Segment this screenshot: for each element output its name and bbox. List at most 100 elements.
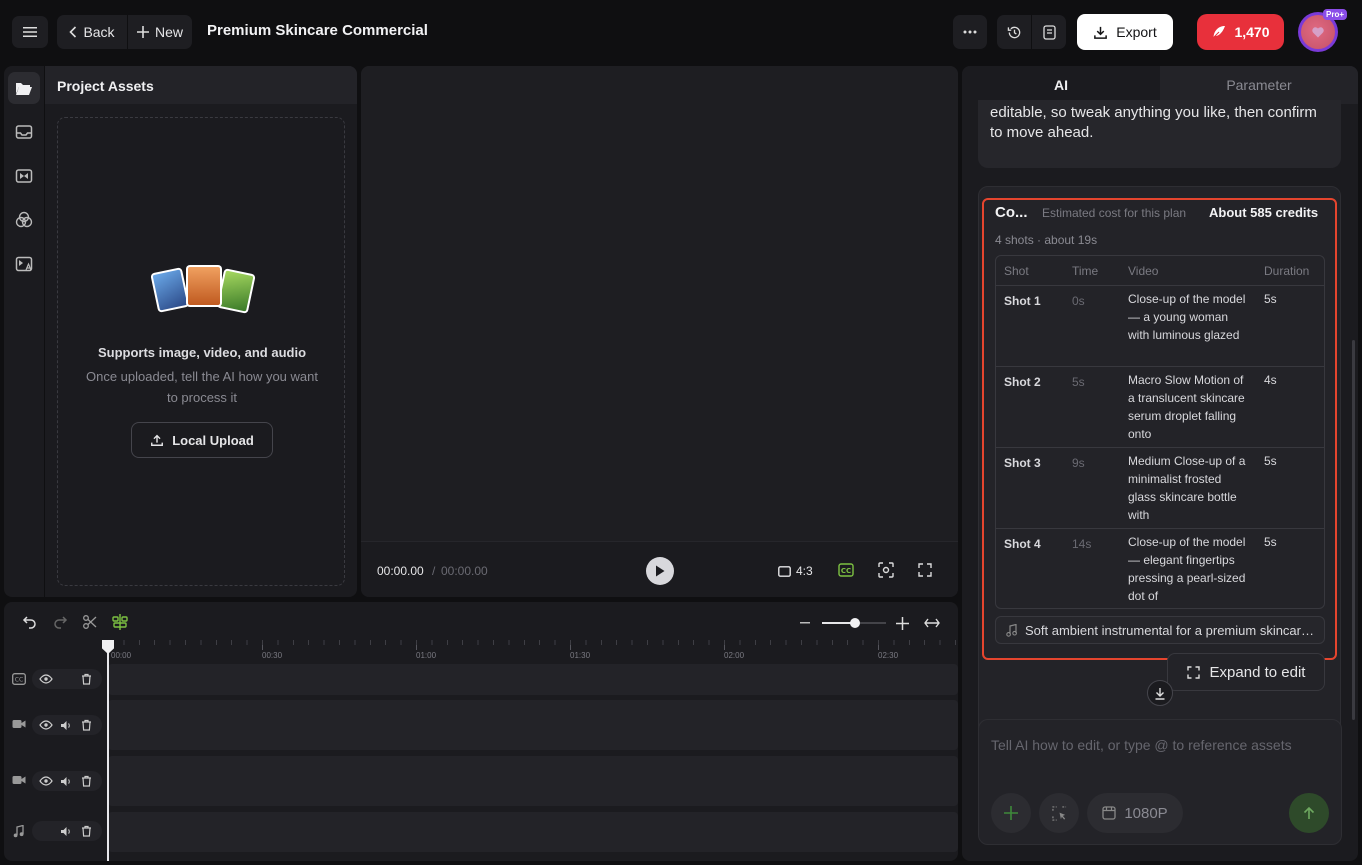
table-row[interactable]: Shot 1 0s Close-up of the model — a youn…	[996, 286, 1324, 367]
scissors-icon[interactable]	[82, 614, 98, 630]
volume-icon[interactable]	[60, 775, 72, 787]
player-controls: 00:00.00 / 00:00.00 4:3 CC	[361, 541, 958, 597]
credits-count: 1,470	[1234, 24, 1270, 40]
sidebar-item-assets[interactable]	[8, 72, 40, 104]
video-track-1[interactable]	[108, 700, 958, 750]
chat-input-box: 1080P	[978, 719, 1342, 845]
captions-toggle-icon[interactable]: CC	[838, 563, 854, 577]
expand-to-edit-button[interactable]: Expand to edit	[1167, 653, 1325, 691]
ai-message-text: your project below is ready. Everything …	[990, 100, 1317, 141]
aspect-ratio-icon	[778, 565, 791, 577]
ai-panel: AI Parameter your project below is ready…	[962, 66, 1358, 861]
captions-track[interactable]	[108, 664, 958, 695]
resolution-label: 1080P	[1124, 804, 1168, 822]
volume-icon[interactable]	[60, 719, 72, 731]
table-row[interactable]: Shot 2 5s Macro Slow Motion of a translu…	[996, 367, 1324, 448]
select-element-button[interactable]	[1039, 793, 1079, 833]
playhead-line[interactable]	[107, 642, 109, 861]
screenshot-icon[interactable]	[878, 562, 894, 578]
back-button[interactable]: Back	[57, 15, 127, 49]
fit-width-icon[interactable]	[924, 616, 940, 630]
send-button[interactable]	[1289, 793, 1329, 833]
menu-button[interactable]	[12, 16, 48, 48]
zoom-slider-handle[interactable]	[850, 618, 860, 628]
music-selection[interactable]: Soft ambient instrumental for a premium …	[995, 616, 1325, 644]
upload-drop-zone[interactable]: Supports image, video, and audio Once up…	[57, 117, 345, 586]
preview-canvas[interactable]	[361, 66, 958, 541]
trash-icon[interactable]	[80, 672, 92, 685]
audio-track[interactable]	[108, 812, 958, 852]
sidebar-item-inbox[interactable]	[8, 116, 40, 148]
timeline-ruler[interactable]: 00:00 00:30 01:00 01:30 02:00 02:30	[108, 640, 958, 662]
eye-icon[interactable]	[39, 775, 53, 787]
new-button[interactable]: New	[128, 15, 192, 49]
sidebar-item-effects[interactable]	[8, 204, 40, 236]
scroll-to-bottom-button[interactable]	[1147, 680, 1173, 706]
local-upload-button[interactable]: Local Upload	[131, 422, 273, 458]
zoom-out-icon[interactable]	[800, 616, 810, 630]
fullscreen-icon[interactable]	[918, 563, 932, 577]
project-assets-panel: Project Assets Supports image, video, an…	[45, 66, 357, 597]
history-icon	[1007, 25, 1022, 40]
trash-icon[interactable]	[80, 718, 92, 731]
video-track-2[interactable]	[108, 756, 958, 806]
pro-badge: Pro+	[1323, 9, 1348, 20]
shot-label: Shot 2	[1004, 375, 1041, 389]
sidebar-item-text[interactable]	[8, 248, 40, 280]
timeline-panel: 00:00 00:30 01:00 01:30 02:00 02:30 CC	[4, 602, 958, 861]
shot-video: Macro Slow Motion of a translucent skinc…	[1128, 373, 1245, 441]
more-horizontal-icon	[963, 30, 977, 34]
plus-icon	[136, 26, 149, 38]
music-note-icon	[1006, 623, 1017, 637]
back-label: Back	[83, 24, 115, 40]
ai-message: your project below is ready. Everything …	[978, 100, 1341, 168]
export-button[interactable]: Export	[1077, 14, 1173, 50]
table-row[interactable]: Shot 4 14s Close-up of the model — elega…	[996, 529, 1324, 608]
eye-icon[interactable]	[39, 673, 53, 685]
play-button[interactable]	[646, 557, 674, 585]
color-circles-icon	[15, 211, 33, 229]
redo-icon[interactable]	[52, 614, 68, 630]
magnet-snap-icon[interactable]	[111, 613, 129, 631]
current-time: 00:00.00	[377, 564, 424, 578]
export-label: Export	[1116, 24, 1157, 40]
volume-icon[interactable]	[60, 825, 72, 837]
text-overlay-icon	[15, 256, 33, 272]
notes-button[interactable]	[1032, 15, 1066, 49]
tab-parameter[interactable]: Parameter	[1160, 66, 1358, 104]
table-row[interactable]: Shot 3 9s Medium Close-up of a minimalis…	[996, 448, 1324, 529]
chevron-left-icon	[69, 26, 77, 38]
shot-time: 0s	[1072, 294, 1085, 308]
aspect-ratio-selector[interactable]: 4:3	[778, 564, 813, 578]
shot-duration: 5s	[1264, 454, 1277, 468]
transition-icon	[15, 168, 33, 184]
trash-icon[interactable]	[80, 774, 92, 787]
panel-tabs: AI Parameter	[962, 66, 1358, 104]
tick-label: 00:30	[262, 651, 283, 660]
chat-input[interactable]	[991, 734, 1331, 756]
upload-instructions: Once uploaded, tell the AI how you want …	[86, 369, 318, 405]
bottle-card-icon	[216, 268, 256, 314]
trash-icon[interactable]	[80, 824, 92, 837]
history-button[interactable]	[997, 15, 1031, 49]
supports-text: Supports image, video, and audio	[97, 345, 307, 360]
project-title: Premium Skincare Commercial	[207, 22, 428, 39]
eye-icon[interactable]	[39, 719, 53, 731]
shot-time: 14s	[1072, 537, 1092, 551]
more-button[interactable]	[953, 15, 987, 49]
tab-ai[interactable]: AI	[962, 66, 1160, 104]
zoom-in-icon[interactable]	[895, 616, 909, 630]
credits-button[interactable]: 1,470	[1197, 14, 1284, 50]
resolution-selector[interactable]: 1080P	[1087, 793, 1183, 833]
expand-label: Expand to edit	[1209, 663, 1306, 681]
shot-video: Close-up of the model — a young woman wi…	[1128, 292, 1246, 342]
time-separator: /	[432, 564, 436, 578]
plan-name: Co...	[995, 204, 1028, 221]
undo-icon[interactable]	[22, 614, 38, 630]
chat-scrollbar[interactable]	[1352, 340, 1355, 720]
sidebar-item-transitions[interactable]	[8, 160, 40, 192]
add-attachment-button[interactable]	[991, 793, 1031, 833]
music-description: Soft ambient instrumental for a premium …	[1025, 622, 1321, 638]
plan-credits: About 585 credits	[1209, 205, 1319, 220]
svg-text:CC: CC	[15, 677, 23, 684]
